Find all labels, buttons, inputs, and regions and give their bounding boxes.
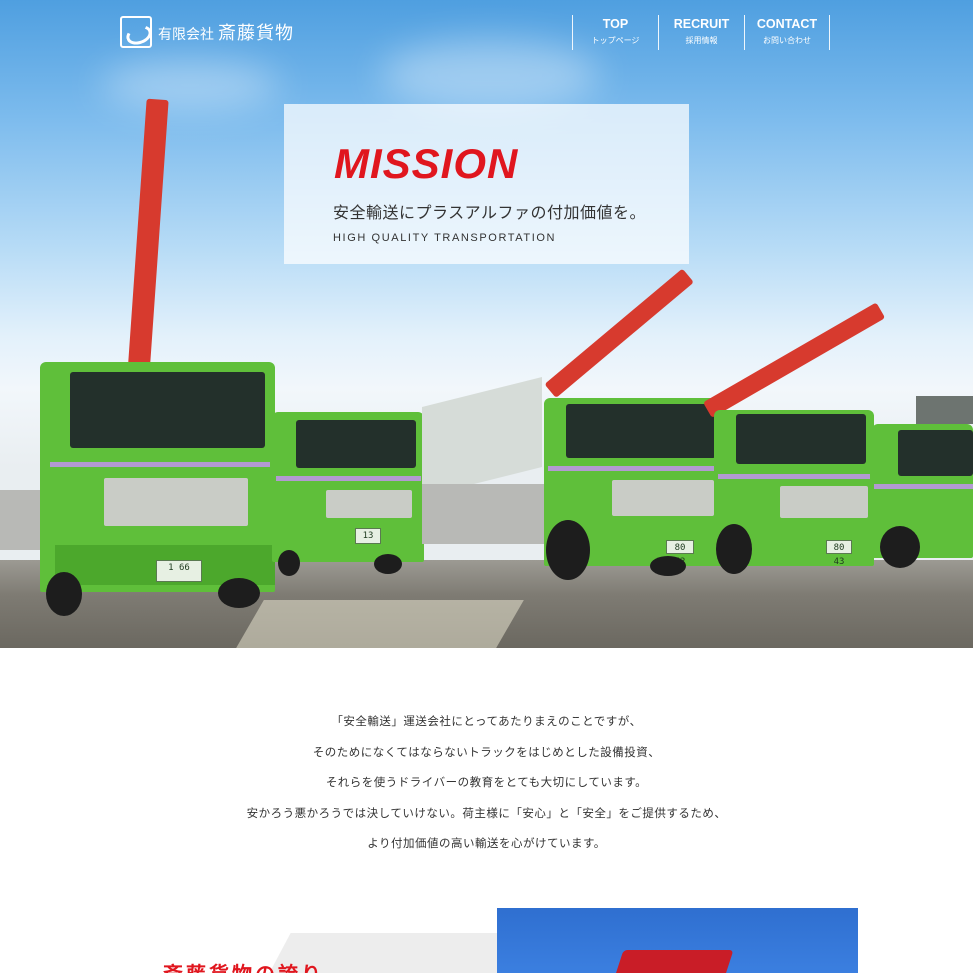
nav-label-en: CONTACT xyxy=(756,17,818,31)
site-logo[interactable]: 有限会社 斎藤貨物 xyxy=(120,16,294,48)
intro-section: 「安全輸送」運送会社にとってあたりまえのことですが、 そのためになくてはならない… xyxy=(0,706,973,859)
license-plate: 13 xyxy=(355,528,381,544)
logo-text: 有限会社 斎藤貨物 xyxy=(158,19,294,45)
license-plate: 1 66 xyxy=(156,560,202,582)
truck-wheel xyxy=(716,524,752,574)
truck-windshield xyxy=(296,420,416,468)
crane-photo-detail xyxy=(610,950,734,973)
truck-windshield xyxy=(566,404,716,458)
truck-windshield xyxy=(70,372,265,448)
mission-box: MISSION 安全輸送にプラスアルファの付加価値を。 HIGH QUALITY… xyxy=(284,104,689,264)
truck-wheel xyxy=(374,554,402,574)
truck-stripe xyxy=(50,462,270,467)
crane-boom xyxy=(703,302,886,418)
truck-stripe xyxy=(874,484,973,489)
section-title: 斎藤貨物の誇り xyxy=(163,958,324,973)
truck-bed xyxy=(422,484,552,544)
truck-wheel xyxy=(880,526,920,568)
intro-line: そのためになくてはならないトラックをはじめとした設備投資、 xyxy=(312,744,661,759)
truck-stripe xyxy=(718,474,870,479)
mission-copy: 安全輸送にプラスアルファの付加価値を。 xyxy=(333,203,647,222)
nav-label-jp: トップページ xyxy=(591,36,640,45)
mission-tagline: HIGH QUALITY TRANSPORTATION xyxy=(333,232,557,244)
nav-label-jp: 採用情報 xyxy=(685,36,718,45)
truck-windshield xyxy=(736,414,866,464)
intro-line: 「安全輸送」運送会社にとってあたりまえのことですが、 xyxy=(331,714,642,728)
logo-company-name: 斎藤貨物 xyxy=(218,23,294,44)
logo-mark-icon xyxy=(120,16,152,48)
truck-windshield xyxy=(898,430,973,476)
truck-grille xyxy=(104,478,248,526)
crane-boom xyxy=(544,268,694,398)
crane-base xyxy=(916,396,973,424)
truck-grille xyxy=(780,486,868,518)
intro-line: 安かろう悪かろうでは決していけない。荷主様に「安心」と「安全」をご提供するため、 xyxy=(246,805,727,820)
nav-item-recruit[interactable]: RECRUIT 採用情報 xyxy=(658,15,744,50)
mission-title: MISSION xyxy=(334,140,519,187)
nav-label-jp: お問い合わせ xyxy=(763,36,811,45)
nav-item-top[interactable]: TOP トップページ xyxy=(572,15,658,50)
intro-line: より付加価値の高い輸送を心がけています。 xyxy=(367,836,606,850)
truck-wheel xyxy=(46,572,82,616)
truck-wheel xyxy=(278,550,300,576)
intro-line: それらを使うドライバーの教育をとても大切にしています。 xyxy=(325,775,648,789)
truck-stripe xyxy=(548,466,722,471)
logo-company-type: 有限会社 xyxy=(158,27,214,43)
truck-grille xyxy=(612,480,714,516)
truck-grille xyxy=(326,490,412,518)
cargo-load xyxy=(422,377,542,497)
hero-section: 1 66 13 80 42 80 43 xyxy=(0,0,973,648)
truck-wheel xyxy=(546,520,590,580)
license-plate: 80 43 xyxy=(826,540,852,567)
nav-label-en: TOP xyxy=(602,17,629,31)
section-photo xyxy=(497,908,858,973)
truck-wheel xyxy=(218,578,260,608)
cloud xyxy=(100,60,280,110)
nav-label-en: RECRUIT xyxy=(673,17,730,31)
global-nav: TOP トップページ RECRUIT 採用情報 CONTACT お問い合わせ xyxy=(572,15,830,50)
ground-highlight xyxy=(236,600,524,648)
nav-item-contact[interactable]: CONTACT お問い合わせ xyxy=(744,15,830,50)
crane-boom xyxy=(128,98,169,368)
truck-stripe xyxy=(276,476,421,481)
truck-wheel xyxy=(650,556,686,576)
license-plate: 80 42 xyxy=(666,540,694,567)
cloud xyxy=(380,40,600,110)
